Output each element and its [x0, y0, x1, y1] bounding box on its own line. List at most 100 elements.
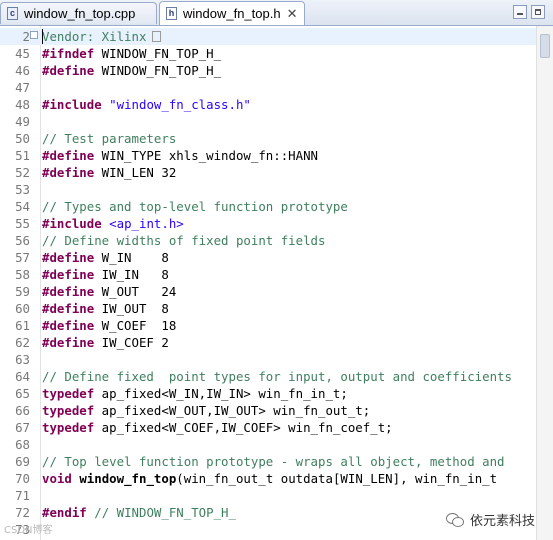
code-line[interactable]: 49: [0, 113, 553, 130]
code-comment: // Define fixed point types for input, o…: [42, 369, 512, 384]
code-text: #ifndef WINDOW_FN_TOP_H_: [42, 45, 221, 62]
code-line[interactable]: 47: [0, 79, 553, 96]
code-text: typedef ap_fixed<W_IN,IW_IN> win_fn_in_t…: [42, 385, 348, 402]
line-number: 65: [15, 386, 30, 401]
line-number: 71: [15, 488, 30, 503]
fold-expand-icon[interactable]: [30, 31, 38, 39]
code-line[interactable]: 60 #define IW_OUT 8: [0, 300, 553, 317]
tab-window-fn-top-h[interactable]: h window_fn_top.h ✕: [159, 1, 305, 25]
code-token: ap_fixed<W_IN,IW_IN> win_fn_in_t;: [94, 386, 348, 401]
line-number: 54: [15, 199, 30, 214]
code-line[interactable]: 70 void window_fn_top(win_fn_out_t outdat…: [0, 470, 553, 487]
code-text: // Types and top-level function prototyp…: [42, 198, 348, 215]
code-line[interactable]: 61 #define W_COEF 18: [0, 317, 553, 334]
code-token: window_fn_top: [79, 471, 177, 486]
code-line[interactable]: 48 #include "window_fn_class.h": [0, 96, 553, 113]
code-token: W_OUT 24: [94, 284, 177, 299]
vertical-scrollbar[interactable]: [536, 26, 553, 540]
editor-window-controls: [513, 5, 545, 19]
code-line[interactable]: 62 #define IW_COEF 2: [0, 334, 553, 351]
line-number: 52: [15, 165, 30, 180]
line-number: 53: [15, 182, 30, 197]
code-text: #include "window_fn_class.h": [42, 96, 251, 113]
code-line[interactable]: 59 #define W_OUT 24: [0, 283, 553, 300]
cpp-file-icon: c: [7, 7, 18, 20]
code-token: WINDOW_FN_TOP_H_: [94, 63, 222, 78]
code-line[interactable]: 54 // Types and top-level function protot…: [0, 198, 553, 215]
code-line[interactable]: 45 #ifndef WINDOW_FN_TOP_H_: [0, 45, 553, 62]
code-text: #define WIN_LEN 32: [42, 164, 176, 181]
code-comment: // Define widths of fixed point fields: [42, 233, 326, 248]
code-line[interactable]: 55 #include <ap_int.h>: [0, 215, 553, 232]
code-text: Vendor: Xilinx: [42, 28, 162, 45]
line-number: 56: [15, 233, 30, 248]
code-comment: // Types and top-level function prototyp…: [42, 199, 348, 214]
code-line[interactable]: 50 // Test parameters: [0, 130, 553, 147]
code-line[interactable]: 65 typedef ap_fixed<W_IN,IW_IN> win_fn_in…: [0, 385, 553, 402]
tab-label: window_fn_top.h: [183, 6, 281, 21]
maximize-button[interactable]: [531, 5, 545, 19]
code-text: typedef ap_fixed<W_COEF,IW_COEF> win_fn_…: [42, 419, 393, 436]
wechat-icon: [445, 512, 464, 528]
code-comment: // Test parameters: [42, 131, 177, 146]
code-line[interactable]: 71: [0, 487, 553, 504]
line-number: 2: [22, 29, 30, 44]
line-number: 69: [15, 454, 30, 469]
line-number: 63: [15, 352, 30, 367]
code-line[interactable]: 67 typedef ap_fixed<W_COEF,IW_COEF> win_f…: [0, 419, 553, 436]
code-text: #include <ap_int.h>: [42, 215, 184, 232]
line-number: 50: [15, 131, 30, 146]
code-token: IW_COEF 2: [94, 335, 169, 350]
text-caret: [42, 29, 43, 44]
code-keyword: typedef: [42, 403, 95, 418]
code-text: // Define fixed point types for input, o…: [42, 368, 512, 385]
code-line[interactable]: 46 #define WINDOW_FN_TOP_H_: [0, 62, 553, 79]
code-line[interactable]: 53: [0, 181, 553, 198]
line-number: 67: [15, 420, 30, 435]
minimize-button[interactable]: [513, 5, 527, 19]
code-keyword: #ifndef: [42, 46, 95, 61]
code-token: IW_OUT 8: [94, 301, 169, 316]
code-keyword: #define: [42, 301, 95, 316]
code-keyword: typedef: [42, 420, 95, 435]
code-token: (win_fn_out_t outdata[WIN_LEN], win_fn_i…: [176, 471, 498, 486]
code-line[interactable]: 64 // Define fixed point types for input,…: [0, 368, 553, 385]
code-line[interactable]: 69 // Top level function prototype - wrap…: [0, 453, 553, 470]
code-keyword: #define: [42, 267, 95, 282]
code-token: WINDOW_FN_TOP_H_: [94, 46, 222, 61]
code-text: // Define widths of fixed point fields: [42, 232, 325, 249]
code-keyword: #define: [42, 335, 95, 350]
code-line[interactable]: 51 #define WIN_TYPE xhls_window_fn::HANN: [0, 147, 553, 164]
code-line[interactable]: 63: [0, 351, 553, 368]
tab-window-fn-top-cpp[interactable]: c window_fn_top.cpp: [0, 2, 157, 24]
code-line[interactable]: 68: [0, 436, 553, 453]
code-keyword: #include: [42, 216, 102, 231]
code-text: // Test parameters: [42, 130, 176, 147]
watermark-left-text: CSDN博客: [4, 525, 53, 536]
code-text: #define WINDOW_FN_TOP_H_: [42, 62, 221, 79]
collapsed-region-icon[interactable]: [152, 31, 162, 42]
code-keyword: #define: [42, 165, 95, 180]
code-line[interactable]: 66 typedef ap_fixed<W_OUT,IW_OUT> win_fn_…: [0, 402, 553, 419]
line-number: 62: [15, 335, 30, 350]
code-keyword: #define: [42, 250, 95, 265]
code-token: WIN_LEN 32: [94, 165, 177, 180]
line-number: 68: [15, 437, 30, 452]
code-line[interactable]: 58 #define IW_IN 8: [0, 266, 553, 283]
line-number: 66: [15, 403, 30, 418]
watermark: 依元素科技: [445, 510, 535, 529]
line-number: 51: [15, 148, 30, 163]
code-keyword: #define: [42, 284, 95, 299]
line-number: 48: [15, 97, 30, 112]
code-token: ap_fixed<W_OUT,IW_OUT> win_fn_out_t;: [94, 403, 371, 418]
code-keyword: typedef: [42, 386, 95, 401]
code-keyword: #define: [42, 148, 95, 163]
code-line[interactable]: 56 // Define widths of fixed point fields: [0, 232, 553, 249]
code-line[interactable]: 52 #define WIN_LEN 32: [0, 164, 553, 181]
line-number: 46: [15, 63, 30, 78]
code-line[interactable]: 57 #define W_IN 8: [0, 249, 553, 266]
code-line[interactable]: 2 Vendor: Xilinx: [0, 28, 553, 45]
scrollbar-thumb[interactable]: [540, 34, 550, 58]
code-editor[interactable]: 2 Vendor: Xilinx 45 #ifndef WINDOW_FN_TOP_H…: [0, 26, 553, 540]
close-tab-icon[interactable]: ✕: [287, 6, 298, 22]
